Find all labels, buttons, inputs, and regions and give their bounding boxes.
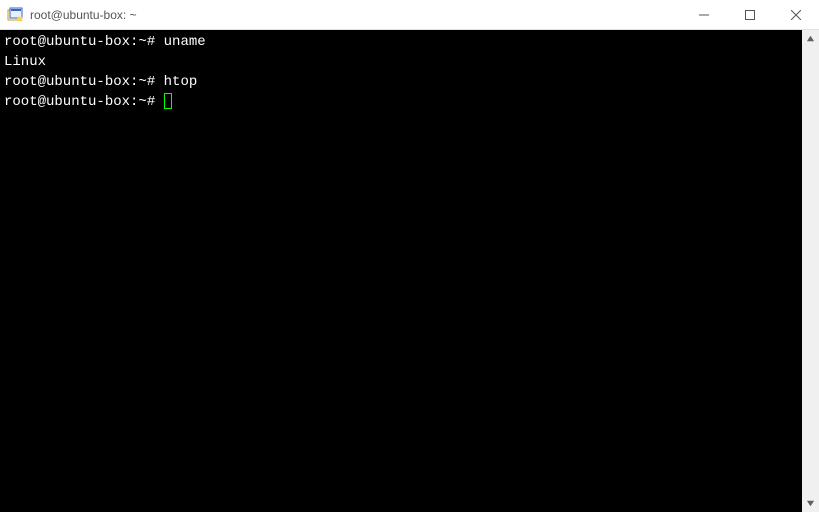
maximize-button[interactable] bbox=[727, 0, 773, 30]
titlebar[interactable]: root@ubuntu-box: ~ bbox=[0, 0, 819, 30]
command-text: htop bbox=[155, 74, 197, 90]
terminal-line: Linux bbox=[4, 52, 798, 72]
window-controls bbox=[681, 0, 819, 29]
minimize-button[interactable] bbox=[681, 0, 727, 30]
scroll-down-arrow[interactable] bbox=[802, 495, 819, 512]
terminal-wrapper: root@ubuntu-box:~# unameLinuxroot@ubuntu… bbox=[0, 30, 819, 512]
scrollbar[interactable] bbox=[802, 30, 819, 512]
terminal-line: root@ubuntu-box:~# htop bbox=[4, 72, 798, 92]
command-text bbox=[155, 94, 163, 110]
app-icon bbox=[6, 6, 24, 24]
window-title: root@ubuntu-box: ~ bbox=[30, 8, 681, 22]
terminal-line: root@ubuntu-box:~# uname bbox=[4, 32, 798, 52]
terminal-line: root@ubuntu-box:~# bbox=[4, 92, 798, 112]
scroll-up-arrow[interactable] bbox=[802, 30, 819, 47]
cursor bbox=[164, 93, 172, 109]
close-button[interactable] bbox=[773, 0, 819, 30]
terminal[interactable]: root@ubuntu-box:~# unameLinuxroot@ubuntu… bbox=[0, 30, 802, 512]
app-window: root@ubuntu-box: ~ root@ubuntu-box:~# un… bbox=[0, 0, 819, 512]
command-text: uname bbox=[155, 34, 205, 50]
prompt: root@ubuntu-box:~# bbox=[4, 94, 155, 110]
prompt: root@ubuntu-box:~# bbox=[4, 34, 155, 50]
prompt: root@ubuntu-box:~# bbox=[4, 74, 155, 90]
